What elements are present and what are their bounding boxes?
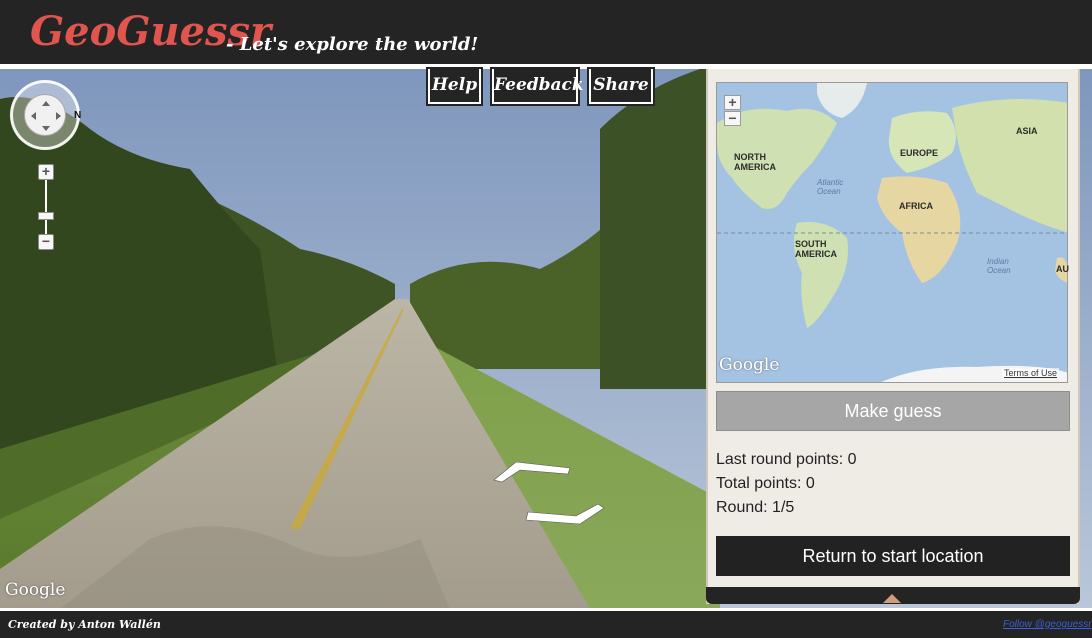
total-points: Total points: 0 xyxy=(716,475,815,492)
map-label-europe: EUROPE xyxy=(900,148,939,158)
author-credit: Created by Anton Wallén xyxy=(8,618,161,631)
north-indicator: N xyxy=(74,110,82,121)
street-view-google-logo: Google xyxy=(5,580,66,600)
map-label-australia: AU xyxy=(1056,264,1069,274)
zoom-slider-thumb[interactable] xyxy=(38,212,54,220)
zoom-slider-track[interactable] xyxy=(45,180,47,236)
terms-of-use-link[interactable]: Terms of Use xyxy=(1002,368,1060,378)
feedback-button[interactable]: Feedback xyxy=(492,69,584,104)
nav-arrow-forward-icon[interactable] xyxy=(492,458,572,484)
nav-arrow-back-icon[interactable] xyxy=(526,502,606,528)
compass-icon[interactable] xyxy=(24,94,66,136)
last-round-points: Last round points: 0 xyxy=(716,451,857,468)
street-view-zoom-control: + − xyxy=(38,164,54,250)
map-label-asia: ASIA xyxy=(1016,126,1038,136)
map-label-atlantic: Atlantic Ocean xyxy=(817,178,844,196)
map-label-indian: Indian Ocean xyxy=(987,257,1011,275)
help-button[interactable]: Help xyxy=(428,69,481,104)
zoom-out-icon[interactable]: − xyxy=(38,234,54,250)
make-guess-button[interactable]: Make guess xyxy=(716,391,1070,431)
map-label-south-america: SOUTH AMERICA xyxy=(795,239,837,259)
collapse-panel-icon[interactable] xyxy=(883,594,901,603)
footer-bar xyxy=(0,611,1092,638)
map-label-north-america: NORTH AMERICA xyxy=(734,152,776,172)
map-zoom-in-icon[interactable]: + xyxy=(724,95,741,110)
share-button[interactable]: Share xyxy=(589,69,653,104)
app-tagline: - Let's explore the world! xyxy=(226,34,479,55)
map-zoom-out-icon[interactable]: − xyxy=(724,111,741,126)
return-to-start-button[interactable]: Return to start location xyxy=(716,536,1070,576)
map-label-africa: AFRICA xyxy=(899,201,933,211)
round-counter: Round: 1/5 xyxy=(716,499,795,516)
compass-control[interactable] xyxy=(10,80,80,150)
follow-link[interactable]: Follow @geoguessr xyxy=(1003,619,1092,630)
map-google-logo: Google xyxy=(719,355,780,375)
zoom-in-icon[interactable]: + xyxy=(38,164,54,180)
